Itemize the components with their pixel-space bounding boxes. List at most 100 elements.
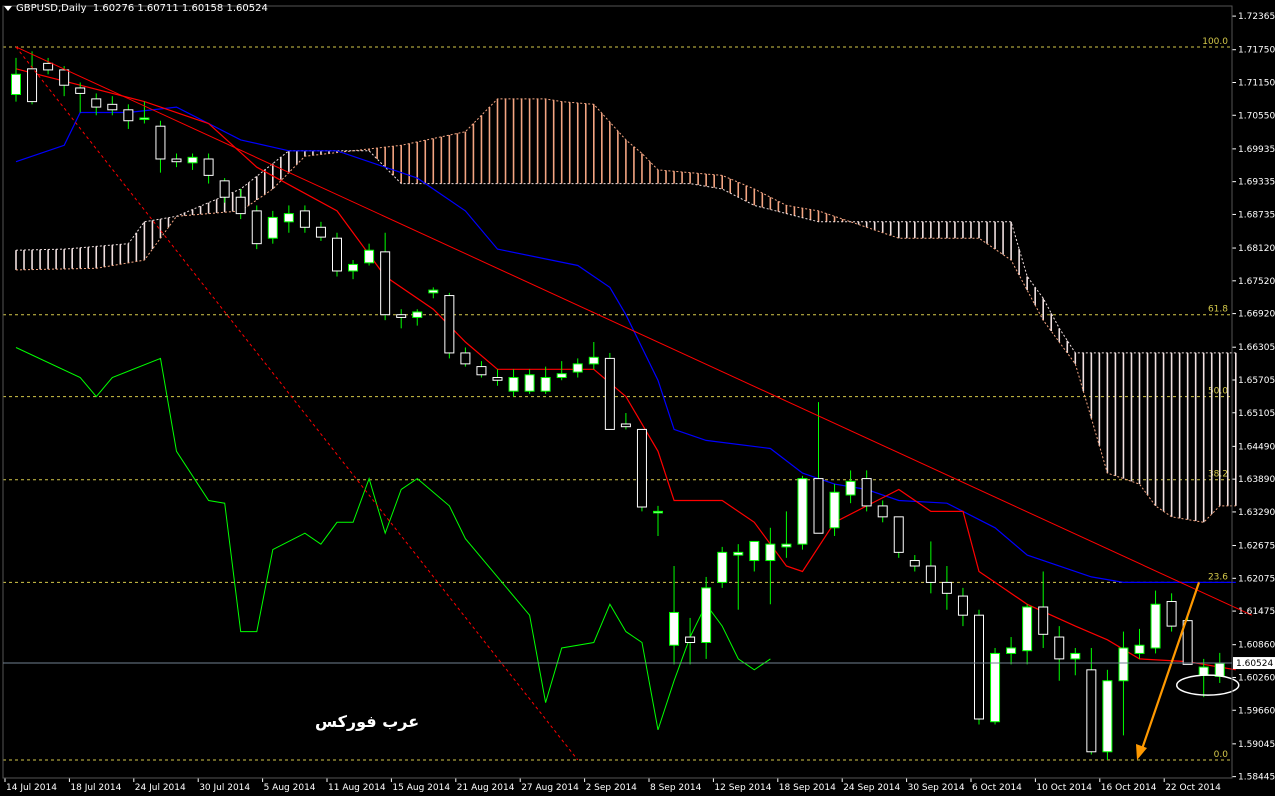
price-tick-label: 1.65705: [1238, 376, 1275, 386]
fib-label: 100.0: [1202, 37, 1228, 47]
candle-body: [219, 180, 230, 198]
time-tick-label: 12 Sep 2014: [714, 783, 771, 793]
price-tick-label: 1.62075: [1238, 574, 1275, 584]
time-tick-label: 10 Oct 2014: [1036, 783, 1092, 793]
candle-body: [877, 505, 888, 518]
candle-body: [733, 551, 744, 556]
candle-body: [1022, 606, 1033, 652]
chart-header: GBPUSD,Daily 1.60276 1.60711 1.60158 1.6…: [4, 3, 268, 14]
candle-body: [925, 565, 936, 583]
candle-body: [669, 611, 680, 646]
price-tick-label: 1.67520: [1238, 277, 1275, 287]
candle-body: [492, 377, 503, 381]
price-tick-label: 1.60260: [1238, 673, 1275, 683]
candle-body: [91, 98, 102, 108]
time-tick-label: 16 Oct 2014: [1101, 783, 1157, 793]
candle-body: [588, 356, 599, 365]
price-tick-label: 1.68735: [1238, 210, 1275, 220]
candle-body: [990, 652, 1001, 723]
candle-body: [685, 636, 696, 644]
price-tick-label: 1.59045: [1238, 740, 1275, 750]
candle-body: [75, 87, 86, 94]
time-tick-label: 30 Sep 2014: [908, 783, 965, 793]
candle-body: [1102, 680, 1113, 753]
candle-body: [348, 263, 359, 272]
candle-body: [701, 587, 712, 644]
time-tick-label: 22 Oct 2014: [1165, 783, 1221, 793]
price-tick-label: 1.64490: [1238, 442, 1275, 452]
candle-body: [1070, 652, 1081, 660]
candle-body: [749, 540, 760, 562]
candle-body: [845, 480, 856, 496]
candle-body: [299, 210, 310, 228]
price-tick-label: 1.66305: [1238, 343, 1275, 353]
candle-body: [781, 543, 792, 548]
price-tick-label: 1.58445: [1238, 773, 1275, 783]
candle-body: [412, 311, 423, 318]
candle-body: [1118, 647, 1129, 682]
candle-body: [27, 68, 38, 103]
time-tick-label: 6 Oct 2014: [972, 783, 1022, 793]
current-price-label: 1.60524: [1236, 659, 1273, 669]
price-tick-label: 1.59660: [1238, 706, 1275, 716]
candle-body: [893, 516, 904, 553]
price-tick-label: 1.72365: [1238, 12, 1275, 22]
candle-body: [717, 551, 728, 583]
candle-body: [861, 478, 872, 507]
price-chart[interactable]: 100.061.850.038.223.60.0 1.723651.717501…: [0, 0, 1275, 796]
candle-body: [636, 428, 647, 508]
time-tick-label: 24 Jul 2014: [135, 783, 186, 793]
candle-body: [139, 117, 150, 121]
price-tick-label: 1.60860: [1238, 641, 1275, 651]
price-tick-label: 1.68120: [1238, 244, 1275, 254]
candle-body: [43, 62, 54, 71]
candle-body: [1166, 601, 1177, 627]
watermark-text: عرب فوركس: [315, 712, 419, 731]
candle-body: [957, 595, 968, 616]
price-tick-label: 1.63290: [1238, 508, 1275, 518]
candle-body: [653, 510, 663, 514]
menu-triangle-icon[interactable]: [4, 5, 12, 11]
price-tick-label: 1.70550: [1238, 111, 1275, 121]
candle-body: [1038, 606, 1049, 635]
candle-body: [203, 158, 214, 176]
time-tick-label: 14 Jul 2014: [6, 783, 57, 793]
candle-body: [974, 614, 984, 720]
candle-body: [524, 374, 535, 392]
time-tick-label: 27 Aug 2014: [521, 783, 579, 793]
candle-body: [1134, 644, 1145, 654]
price-tick-label: 1.66920: [1238, 310, 1275, 320]
candle-body: [283, 213, 294, 223]
symbol-label: GBPUSD,Daily: [16, 3, 87, 14]
price-tick-label: 1.65105: [1238, 409, 1275, 419]
price-tick-label: 1.61475: [1238, 607, 1275, 617]
candle-body: [1150, 603, 1161, 649]
candle-body: [171, 158, 182, 163]
candle-body: [332, 237, 342, 272]
candle-body: [267, 216, 278, 239]
candle-body: [315, 226, 326, 238]
fib-label: 23.6: [1208, 572, 1228, 582]
price-tick-label: 1.71150: [1238, 78, 1275, 88]
price-tick-label: 1.69335: [1238, 178, 1275, 188]
candle-body: [941, 581, 952, 594]
candle-body: [380, 251, 391, 316]
time-tick-label: 18 Sep 2014: [779, 783, 836, 793]
candle-body: [1054, 636, 1065, 660]
candle-body: [620, 423, 631, 428]
time-tick-label: 2 Sep 2014: [586, 783, 638, 793]
candle-body: [59, 69, 70, 86]
fib-label: 0.0: [1214, 750, 1229, 760]
ohlc-values: 1.60276 1.60711 1.60158 1.60524: [92, 3, 268, 14]
time-tick-label: 21 Aug 2014: [457, 783, 515, 793]
candle-body: [1006, 647, 1017, 654]
candle-body: [1086, 669, 1097, 753]
candle-body: [11, 73, 21, 96]
price-tick-label: 1.69935: [1238, 145, 1275, 155]
candle-body: [909, 560, 920, 567]
time-tick-label: 24 Sep 2014: [843, 783, 900, 793]
candle-body: [187, 156, 198, 164]
candle-body: [251, 210, 262, 245]
time-tick-label: 5 Aug 2014: [264, 783, 316, 793]
time-tick-label: 11 Aug 2014: [328, 783, 386, 793]
